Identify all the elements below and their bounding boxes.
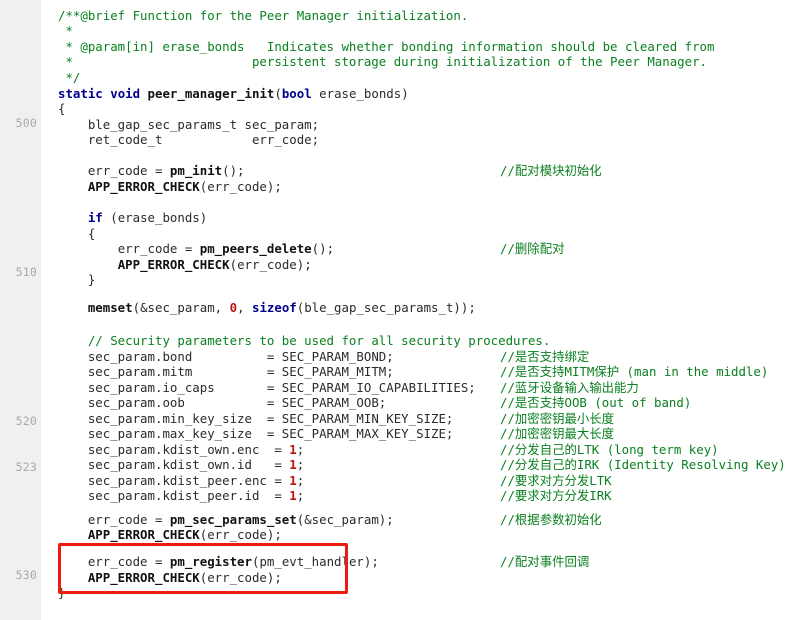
inline-comment[interactable]: //根据参数初始化: [500, 512, 602, 528]
code-line[interactable]: err_code = pm_register(pm_evt_handler);: [58, 554, 379, 570]
code-line[interactable]: memset(&sec_param, 0, sizeof(ble_gap_sec…: [58, 300, 476, 316]
code-line[interactable]: sec_param.kdist_own.enc = 1;: [58, 442, 304, 458]
inline-comment[interactable]: //分发自己的IRK (Identity Resolving Key): [500, 457, 786, 473]
code-line[interactable]: APP_ERROR_CHECK(err_code);: [58, 570, 282, 586]
code-line[interactable]: sec_param.io_caps = SEC_PARAM_IO_CAPABIL…: [58, 380, 476, 396]
inline-comment[interactable]: //配对模块初始化: [500, 163, 602, 179]
code-line[interactable]: sec_param.kdist_own.id = 1;: [58, 457, 304, 473]
inline-comment[interactable]: //蓝牙设备输入输出能力: [500, 380, 639, 396]
code-line[interactable]: // Security parameters to be used for al…: [58, 333, 551, 349]
code-line[interactable]: sec_param.mitm = SEC_PARAM_MITM;: [58, 364, 394, 380]
code-line[interactable]: sec_param.kdist_peer.id = 1;: [58, 488, 304, 504]
code-editor: 500 510 520 523 530 /**@brief Function for t…: [0, 0, 790, 620]
code-line[interactable]: APP_ERROR_CHECK(err_code);: [58, 179, 282, 195]
code-line[interactable]: sec_param.bond = SEC_PARAM_BOND;: [58, 349, 394, 365]
code-line[interactable]: {: [58, 101, 65, 117]
inline-comment[interactable]: //是否支持OOB (out of band): [500, 395, 691, 411]
code-line[interactable]: ret_code_t err_code;: [58, 132, 319, 148]
inline-comment[interactable]: //加密密钥最小长度: [500, 411, 614, 427]
code-line[interactable]: if (erase_bonds): [58, 210, 207, 226]
code-surface[interactable]: /**@brief Function for the Peer Manager …: [0, 0, 790, 620]
code-line[interactable]: sec_param.oob = SEC_PARAM_OOB;: [58, 395, 386, 411]
inline-comment[interactable]: //分发自己的LTK (long term key): [500, 442, 719, 458]
code-line[interactable]: */: [58, 70, 80, 86]
code-line[interactable]: {: [58, 226, 95, 242]
code-line[interactable]: APP_ERROR_CHECK(err_code);: [58, 527, 282, 543]
inline-comment[interactable]: //是否支持MITM保护 (man in the middle): [500, 364, 768, 380]
code-line[interactable]: * persistent storage during initializati…: [58, 54, 707, 70]
code-line[interactable]: APP_ERROR_CHECK(err_code);: [58, 257, 312, 273]
inline-comment[interactable]: //配对事件回调: [500, 554, 589, 570]
inline-comment[interactable]: //删除配对: [500, 241, 564, 257]
code-line[interactable]: }: [58, 585, 65, 601]
code-line[interactable]: *: [58, 23, 72, 39]
code-line[interactable]: static void peer_manager_init(bool erase…: [58, 86, 409, 102]
inline-comment[interactable]: //要求对方分发LTK: [500, 473, 612, 489]
inline-comment[interactable]: //要求对方分发IRK: [500, 488, 612, 504]
inline-comment[interactable]: //加密密钥最大长度: [500, 426, 614, 442]
code-line[interactable]: err_code = pm_sec_params_set(&sec_param)…: [58, 512, 394, 528]
inline-comment[interactable]: //是否支持绑定: [500, 349, 589, 365]
code-line[interactable]: err_code = pm_init();: [58, 163, 245, 179]
code-line[interactable]: sec_param.kdist_peer.enc = 1;: [58, 473, 304, 489]
code-line[interactable]: }: [58, 272, 95, 288]
code-line[interactable]: err_code = pm_peers_delete();: [58, 241, 334, 257]
code-line[interactable]: /**@brief Function for the Peer Manager …: [58, 8, 468, 24]
code-line[interactable]: ble_gap_sec_params_t sec_param;: [58, 117, 319, 133]
code-line[interactable]: sec_param.min_key_size = SEC_PARAM_MIN_K…: [58, 411, 454, 427]
code-line[interactable]: * @param[in] erase_bonds Indicates wheth…: [58, 39, 714, 55]
code-line[interactable]: sec_param.max_key_size = SEC_PARAM_MAX_K…: [58, 426, 454, 442]
